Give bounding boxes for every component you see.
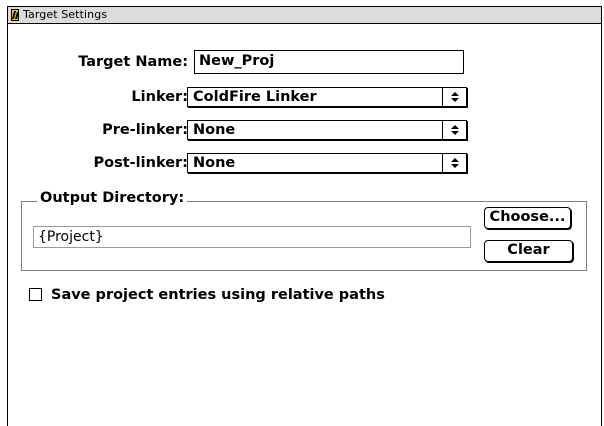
up-down-arrows-icon [442, 121, 466, 139]
codewarrior-icon [11, 9, 19, 21]
linker-popup[interactable]: ColdFire Linker [187, 87, 467, 107]
choose-button[interactable]: Choose... [484, 207, 571, 229]
window-title: Target Settings [23, 8, 108, 21]
relative-paths-checkbox[interactable] [29, 288, 42, 301]
linker-label: Linker: [131, 89, 188, 105]
output-directory-path: {Project} [33, 226, 471, 248]
postlinker-value: None [193, 155, 236, 171]
postlinker-popup[interactable]: None [187, 153, 467, 173]
up-down-arrows-icon [442, 88, 466, 106]
relative-paths-label[interactable]: Save project entries using relative path… [51, 286, 385, 304]
clear-button[interactable]: Clear [484, 240, 573, 262]
target-name-label: Target Name: [78, 54, 188, 70]
output-directory-label: Output Directory: [37, 189, 188, 207]
up-down-arrows-icon [442, 154, 466, 172]
output-directory-value: {Project} [38, 229, 104, 245]
prelinker-label: Pre-linker: [102, 122, 188, 138]
prelinker-popup[interactable]: None [187, 120, 467, 140]
prelinker-value: None [193, 122, 236, 138]
target-name-value: New_Proj [199, 53, 275, 69]
title-bar[interactable]: Target Settings [8, 7, 601, 24]
postlinker-label: Post-linker: [93, 155, 188, 171]
linker-value: ColdFire Linker [193, 89, 317, 105]
target-name-input[interactable]: New_Proj [194, 50, 464, 74]
